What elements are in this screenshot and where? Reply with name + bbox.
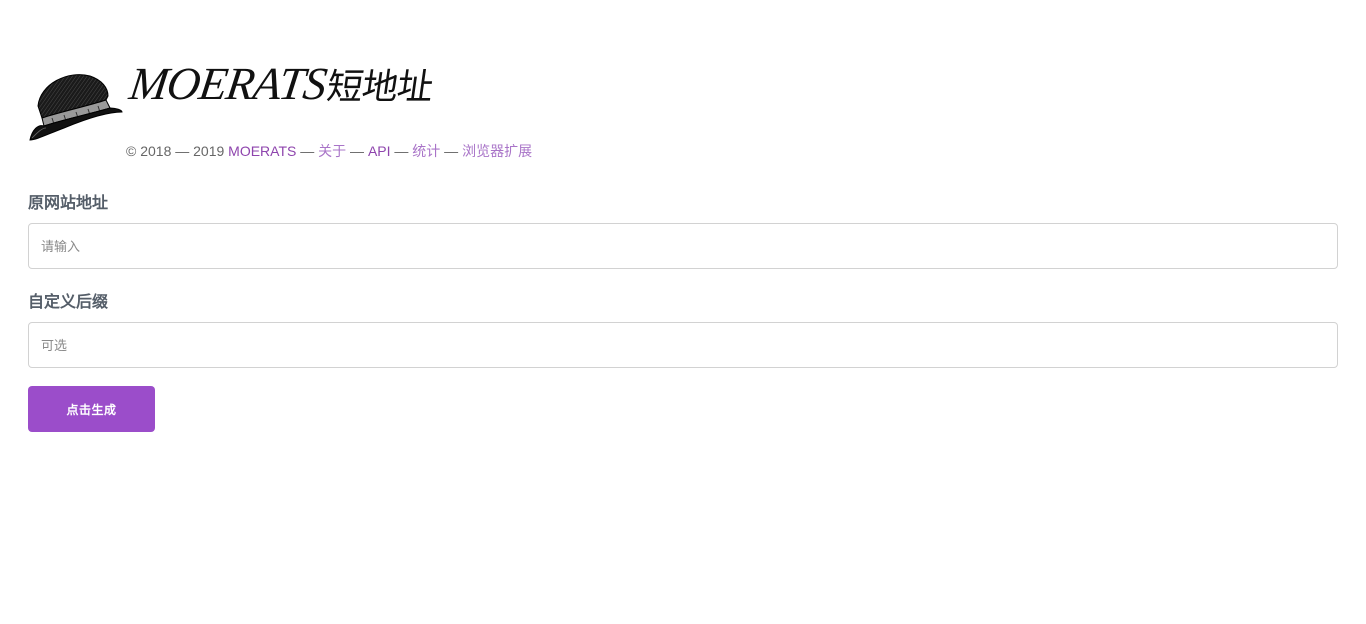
brand-title-cjk: 短地址 — [324, 67, 436, 108]
bowler-hat-icon — [29, 74, 123, 141]
shorten-form: 原网站地址 自定义后缀 点击生成 — [28, 192, 1338, 432]
link-about[interactable]: 关于 — [318, 143, 346, 159]
suffix-label: 自定义后缀 — [28, 294, 109, 311]
link-stats[interactable]: 统计 — [412, 143, 440, 159]
url-label: 原网站地址 — [28, 195, 109, 212]
header-links: © 2018 — 2019 MOERATS — 关于 — API — 统计 — … — [126, 142, 532, 160]
generate-button[interactable]: 点击生成 — [28, 386, 155, 432]
url-input[interactable] — [28, 223, 1338, 269]
link-separator: — — [296, 143, 319, 159]
page: MOERATS短地址 © 2018 — 2019 MOERATS — 关于 — … — [0, 0, 1366, 624]
brand-title[interactable]: MOERATS短地址 — [126, 56, 437, 112]
field-spacer — [28, 269, 1338, 291]
link-browser-extension[interactable]: 浏览器扩展 — [462, 143, 532, 159]
site-header: MOERATS短地址 © 2018 — 2019 MOERATS — 关于 — … — [28, 56, 628, 166]
link-api[interactable]: API — [368, 143, 391, 159]
link-separator: — — [390, 143, 413, 159]
brand-title-latin: MOERATS — [126, 58, 330, 109]
copyright-text: © 2018 — 2019 — [126, 143, 229, 159]
link-moerats[interactable]: MOERATS — [228, 143, 296, 159]
link-separator: — — [440, 143, 463, 159]
suffix-input[interactable] — [28, 322, 1338, 368]
link-separator: — — [346, 143, 368, 159]
